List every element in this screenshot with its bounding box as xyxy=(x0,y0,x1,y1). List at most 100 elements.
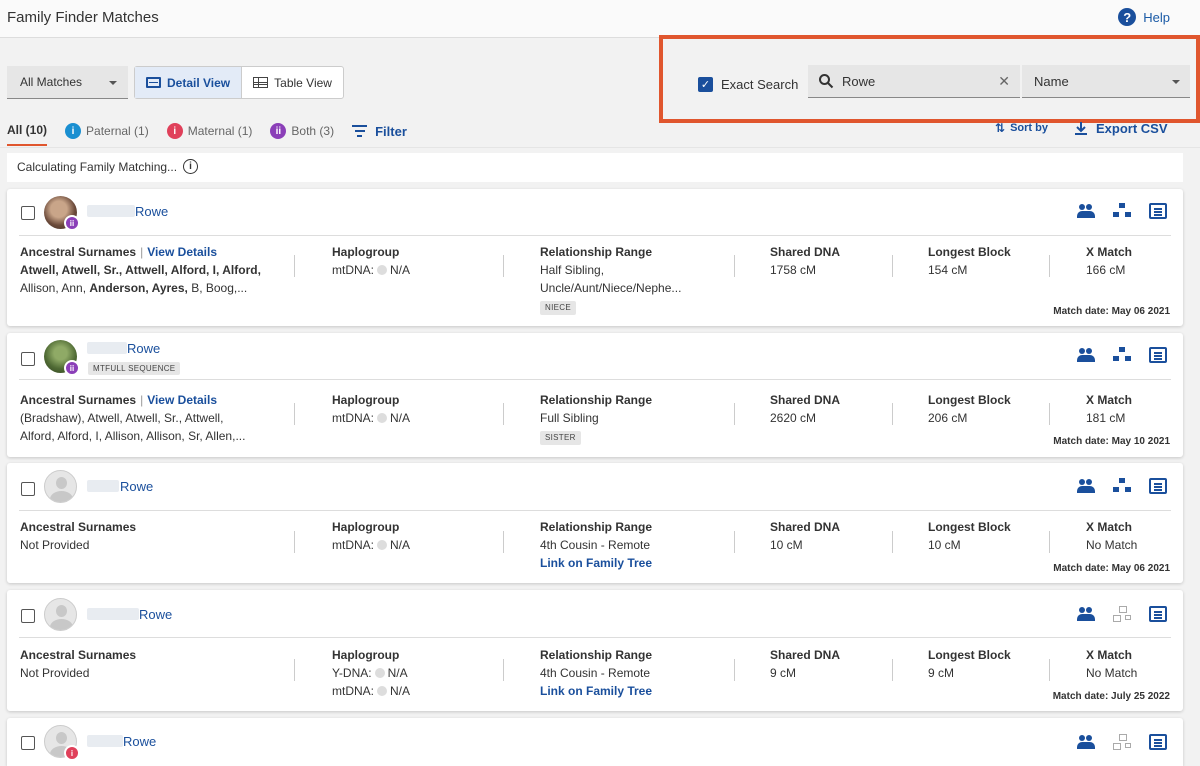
divider xyxy=(19,510,1171,511)
page-title: Family Finder Matches xyxy=(7,9,159,26)
match-checkbox[interactable] xyxy=(21,482,35,496)
family-tree-icon[interactable] xyxy=(1113,478,1131,494)
message-icon[interactable] xyxy=(1149,203,1167,219)
status-dot-icon xyxy=(377,413,387,423)
both-icon: ii xyxy=(64,215,80,231)
match-name[interactable]: Rowe xyxy=(135,204,168,219)
search-input[interactable]: Rowe ✕ xyxy=(808,65,1020,98)
match-name[interactable]: Rowe xyxy=(123,734,156,749)
divider xyxy=(294,403,295,425)
haplogroup: Haplogroup Y-DNA: N/A mtDNA: N/A xyxy=(332,646,410,700)
column-label: Haplogroup xyxy=(332,520,400,534)
table-view-button[interactable]: Table View xyxy=(242,67,343,98)
family-tree-icon xyxy=(1113,734,1131,750)
divider xyxy=(294,659,295,681)
search-value: Rowe xyxy=(842,74,876,89)
match-card: ii Rowe MTFULL SEQUENCE Ancestral Surnam… xyxy=(7,333,1183,457)
column-label: Longest Block xyxy=(928,520,1011,534)
ancestral-surnames: Ancestral Surnames Not Provided xyxy=(20,518,136,554)
divider xyxy=(1049,531,1050,553)
close-icon[interactable]: ✕ xyxy=(998,73,1010,90)
calculating-banner: Calculating Family Matching... i xyxy=(7,153,1183,182)
match-date: Match date: May 06 2021 xyxy=(1053,563,1170,574)
link-on-family-tree[interactable]: Link on Family Tree xyxy=(540,554,652,572)
divider xyxy=(19,235,1171,236)
message-icon[interactable] xyxy=(1149,606,1167,622)
tab-maternal[interactable]: i Maternal (1) xyxy=(166,116,252,146)
tab-all[interactable]: All (10) xyxy=(7,116,48,146)
message-icon[interactable] xyxy=(1149,734,1167,750)
download-icon xyxy=(1075,121,1087,135)
match-actions xyxy=(1077,347,1167,363)
match-name[interactable]: Rowe xyxy=(127,341,160,356)
family-tree-icon[interactable] xyxy=(1113,347,1131,363)
relationship-value: Full Sibling xyxy=(540,411,599,425)
message-icon[interactable] xyxy=(1149,478,1167,494)
match-checkbox[interactable] xyxy=(21,352,35,366)
tab-both[interactable]: ii Both (3) xyxy=(270,116,334,146)
surnames-line: Allison, Ann, Anderson, Ayres, B, Boog,.… xyxy=(20,281,248,295)
link-on-family-tree[interactable]: Link on Family Tree xyxy=(540,682,652,700)
family-tree-icon[interactable] xyxy=(1113,203,1131,219)
column-label: Shared DNA xyxy=(770,648,841,662)
sort-label: Sort by xyxy=(1010,122,1048,134)
divider xyxy=(734,659,735,681)
both-icon: ii xyxy=(64,360,80,376)
info-icon[interactable]: i xyxy=(183,159,199,174)
redacted-name xyxy=(87,608,139,620)
search-field-value: Name xyxy=(1034,74,1069,89)
match-checkbox[interactable] xyxy=(21,736,35,750)
match-checkbox[interactable] xyxy=(21,206,35,220)
help-link[interactable]: ? Help xyxy=(1118,8,1170,26)
column-label: Longest Block xyxy=(928,393,1011,407)
tab-paternal[interactable]: i Paternal (1) xyxy=(65,116,149,146)
haplogroup-value: N/A xyxy=(390,538,411,552)
match-filter-select[interactable]: All Matches xyxy=(7,66,128,99)
detail-view-button[interactable]: Detail View xyxy=(135,67,243,98)
longest-block-value: 9 cM xyxy=(928,666,955,680)
divider xyxy=(503,403,504,425)
column-label: Relationship Range xyxy=(540,245,653,259)
people-icon[interactable] xyxy=(1077,203,1095,219)
haplogroup-type: mtDNA: xyxy=(332,263,374,277)
match-name[interactable]: Rowe xyxy=(139,607,172,622)
people-icon[interactable] xyxy=(1077,478,1095,494)
view-details-link[interactable]: View Details xyxy=(147,393,217,407)
status-dot-icon xyxy=(377,265,387,275)
longest-block-value: 206 cM xyxy=(928,411,968,425)
divider xyxy=(0,147,1200,148)
people-icon[interactable] xyxy=(1077,347,1095,363)
sort-by-button[interactable]: ⇅ Sort by xyxy=(995,121,1048,135)
x-match: X Match No Match xyxy=(1086,518,1137,554)
column-label: Shared DNA xyxy=(770,520,841,534)
divider xyxy=(734,403,735,425)
x-match: X Match 166 cM xyxy=(1086,243,1132,279)
ancestral-surnames: Ancestral Surnames Not Provided xyxy=(20,646,136,682)
divider xyxy=(892,531,893,553)
shared-dna-value: 2620 cM xyxy=(770,411,817,425)
filter-icon xyxy=(352,125,368,137)
haplogroup-type: mtDNA: xyxy=(332,684,374,698)
message-icon[interactable] xyxy=(1149,347,1167,363)
filter-button[interactable]: Filter xyxy=(352,124,407,139)
people-icon[interactable] xyxy=(1077,734,1095,750)
redacted-name xyxy=(87,735,123,747)
avatar[interactable] xyxy=(44,598,77,631)
match-actions xyxy=(1077,606,1167,622)
divider xyxy=(1049,659,1050,681)
x-match: X Match No Match xyxy=(1086,646,1137,682)
people-icon[interactable] xyxy=(1077,606,1095,622)
view-details-link[interactable]: View Details xyxy=(147,245,217,259)
match-checkbox[interactable] xyxy=(21,609,35,623)
export-csv-button[interactable]: Export CSV xyxy=(1075,121,1168,136)
relationship-value: 4th Cousin - Remote xyxy=(540,666,651,680)
haplogroup: Haplogroup mtDNA: N/A xyxy=(332,391,410,427)
redacted-name xyxy=(87,342,127,354)
exact-search-checkbox[interactable]: ✓ Exact Search xyxy=(698,77,798,92)
column-label: X Match xyxy=(1086,393,1133,407)
avatar[interactable] xyxy=(44,470,77,503)
search-field-select[interactable]: Name xyxy=(1022,65,1190,98)
haplogroup-type: Y-DNA: xyxy=(332,666,372,680)
match-name[interactable]: Rowe xyxy=(120,479,153,494)
maternal-icon: i xyxy=(64,745,80,761)
